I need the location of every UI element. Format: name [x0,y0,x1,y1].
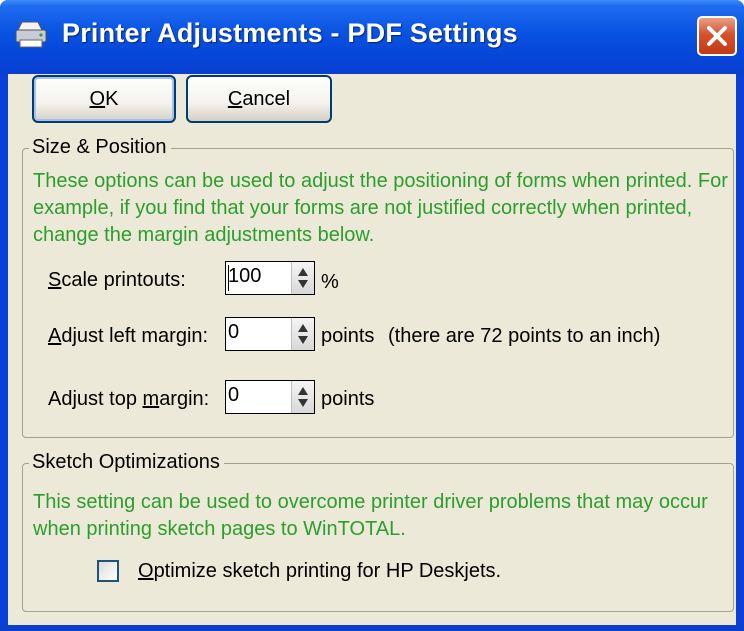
optimize-sketch-label[interactable]: Optimize sketch printing for HP Deskjets… [138,560,501,583]
optimize-sketch-checkbox[interactable] [97,560,119,582]
cancel-button[interactable]: Cancel [186,75,332,123]
left-margin-spinner[interactable]: 0 [225,317,315,351]
close-icon [707,26,727,46]
top-margin-unit: points [321,388,375,410]
sketch-optimizations-group: Sketch Optimizations This setting can be… [22,451,734,612]
printer-icon [15,21,47,48]
top-margin-spinner[interactable]: 0 [225,380,315,414]
size-position-legend: Size & Position [29,136,171,159]
up-down-arrow-icon [298,387,308,407]
ok-button[interactable]: OK [32,75,176,123]
top-margin-value: 0 [228,384,240,406]
scale-label: Scale printouts: [48,269,186,291]
dialog-body: OK Cancel Size & Position These options … [8,74,736,625]
up-down-arrow-icon [298,324,308,344]
size-position-group: Size & Position These options can be use… [22,136,734,438]
scale-spinner[interactable]: 100 [225,261,315,295]
cancel-button-label: Cancel [227,87,291,110]
left-margin-hint: (there are 72 points to an inch) [388,325,661,347]
window-bottom-border [0,625,744,631]
close-button[interactable] [697,16,737,56]
left-margin-label: Adjust left margin: [48,325,209,347]
top-margin-label: Adjust top margin: [48,388,210,410]
sketch-optimizations-legend: Sketch Optimizations [29,451,224,474]
ok-button-label: OK [89,87,119,110]
title-bar[interactable]: Printer Adjustments - PDF Settings [0,0,744,74]
spinner-arrows[interactable] [291,318,314,350]
up-down-arrow-icon [298,268,308,288]
scale-unit: % [321,271,339,293]
spinner-arrows[interactable] [291,262,314,294]
left-margin-value: 0 [228,321,240,343]
dialog-window: Printer Adjustments - PDF Settings OK Ca… [0,0,744,631]
left-margin-unit: points [321,325,375,347]
window-title: Printer Adjustments - PDF Settings [62,18,518,48]
sketch-description: This setting can be used to overcome pri… [33,491,708,540]
size-position-description: These options can be used to adjust the … [33,170,728,246]
spinner-arrows[interactable] [291,381,314,413]
scale-value: 100 [228,265,262,287]
